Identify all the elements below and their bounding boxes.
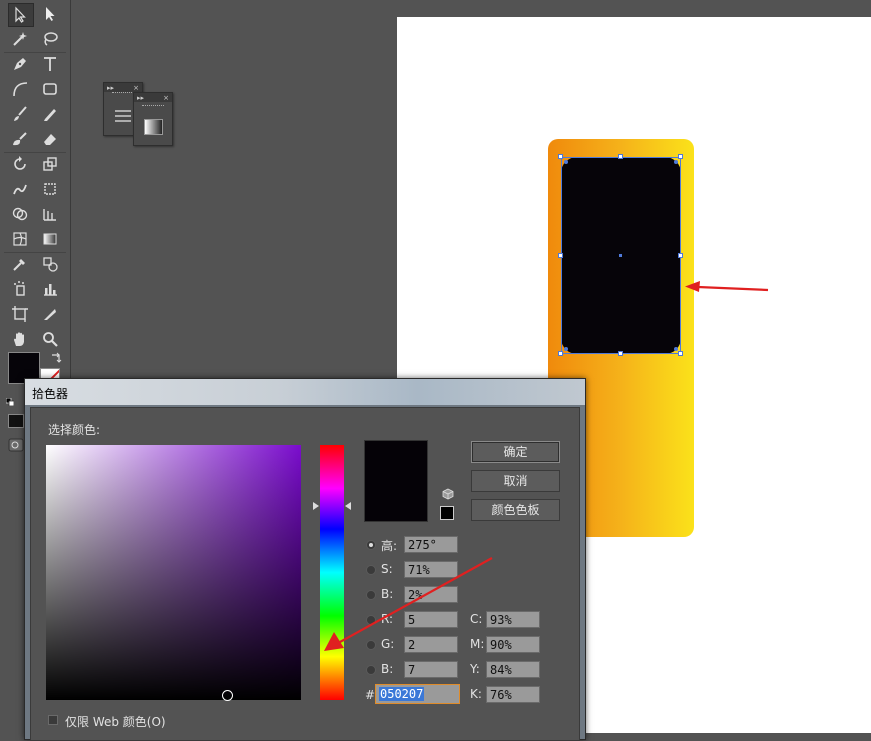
hex-field[interactable]: 050207 bbox=[375, 684, 460, 704]
hue-slider-pointer-right[interactable] bbox=[345, 502, 351, 510]
annotation-arrow-icon bbox=[685, 281, 769, 292]
artboard-tool-icon[interactable] bbox=[8, 303, 32, 325]
collapse-icon[interactable]: ▸▸ bbox=[137, 94, 144, 102]
blue-field[interactable]: 7 bbox=[404, 661, 458, 678]
warp-tool-icon[interactable] bbox=[8, 178, 32, 200]
arc-tool-icon[interactable] bbox=[8, 78, 32, 100]
dialog-titlebar[interactable]: 拾色器 bbox=[25, 379, 585, 405]
magic-wand-icon[interactable] bbox=[8, 28, 32, 50]
free-transform-icon[interactable] bbox=[38, 178, 62, 200]
web-colors-only-checkbox[interactable] bbox=[48, 715, 58, 725]
hue-radio[interactable] bbox=[366, 540, 376, 550]
zoom-tool-icon[interactable] bbox=[38, 328, 62, 350]
blob-brush-icon[interactable] bbox=[8, 128, 32, 150]
eraser-icon[interactable] bbox=[38, 128, 62, 150]
rotate-tool-icon[interactable] bbox=[8, 153, 32, 175]
symbol-sprayer-icon[interactable] bbox=[8, 278, 32, 300]
web-safe-color-swatch[interactable] bbox=[440, 506, 454, 520]
dialog-title: 拾色器 bbox=[32, 387, 69, 401]
direct-selection-tool-icon[interactable] bbox=[38, 3, 62, 25]
ok-button[interactable]: 确定 bbox=[471, 441, 560, 463]
blend-tool-icon[interactable] bbox=[38, 253, 62, 275]
corner-widgets bbox=[564, 160, 678, 351]
menu-lines-icon bbox=[115, 110, 131, 122]
yellow-field[interactable]: 84% bbox=[486, 661, 540, 678]
perspective-grid-icon[interactable] bbox=[38, 203, 62, 225]
saturation-brightness-field[interactable] bbox=[46, 445, 301, 700]
cancel-button[interactable]: 取消 bbox=[471, 470, 560, 492]
floating-panel-gradient[interactable]: ▸▸ × bbox=[133, 92, 173, 146]
rectangle-tool-icon[interactable] bbox=[38, 78, 62, 100]
draw-mode-icon[interactable] bbox=[8, 438, 24, 452]
pen-tool-icon[interactable] bbox=[8, 53, 32, 75]
default-colors-icon[interactable] bbox=[5, 395, 15, 407]
eyedropper-icon[interactable] bbox=[8, 253, 32, 275]
hue-slider-pointer-left[interactable] bbox=[313, 502, 319, 510]
select-color-label: 选择颜色: bbox=[48, 423, 101, 437]
pencil-icon[interactable] bbox=[38, 103, 62, 125]
black-label: K: bbox=[470, 687, 482, 701]
gradient-swatch-icon bbox=[144, 119, 163, 135]
new-color-preview bbox=[364, 440, 428, 522]
scale-tool-icon[interactable] bbox=[38, 153, 62, 175]
web-colors-only-label: 仅限 Web 颜色(O) bbox=[65, 715, 166, 729]
hex-label: # bbox=[365, 688, 376, 702]
selection-tool-icon[interactable] bbox=[8, 3, 34, 27]
color-mode-button[interactable] bbox=[8, 414, 24, 428]
swap-fill-stroke-icon[interactable] bbox=[50, 352, 62, 364]
blue-label: B: bbox=[381, 662, 394, 676]
hue-field[interactable]: 275° bbox=[404, 536, 458, 553]
type-tool-icon[interactable] bbox=[38, 53, 62, 75]
gradient-tool-icon[interactable] bbox=[38, 228, 62, 250]
mesh-tool-icon[interactable] bbox=[8, 228, 32, 250]
yellow-label: Y: bbox=[470, 662, 480, 676]
column-graph-icon[interactable] bbox=[38, 278, 62, 300]
color-swatches-button[interactable]: 颜色色板 bbox=[471, 499, 560, 521]
color-field-cursor[interactable] bbox=[222, 690, 233, 701]
annotation-arrow-icon bbox=[324, 557, 493, 651]
lasso-icon[interactable] bbox=[38, 28, 62, 50]
hex-value: 050207 bbox=[379, 687, 425, 701]
close-icon[interactable]: × bbox=[163, 94, 169, 102]
black-field[interactable]: 76% bbox=[486, 686, 540, 703]
blue-radio[interactable] bbox=[366, 665, 376, 675]
hand-tool-icon[interactable] bbox=[8, 328, 32, 350]
slice-tool-icon[interactable] bbox=[38, 303, 62, 325]
shape-builder-icon[interactable] bbox=[8, 203, 32, 225]
out-of-gamut-cube-icon[interactable] bbox=[442, 488, 454, 500]
paintbrush-icon[interactable] bbox=[8, 103, 32, 125]
close-icon[interactable]: × bbox=[133, 84, 139, 92]
collapse-icon[interactable]: ▸▸ bbox=[107, 84, 114, 92]
